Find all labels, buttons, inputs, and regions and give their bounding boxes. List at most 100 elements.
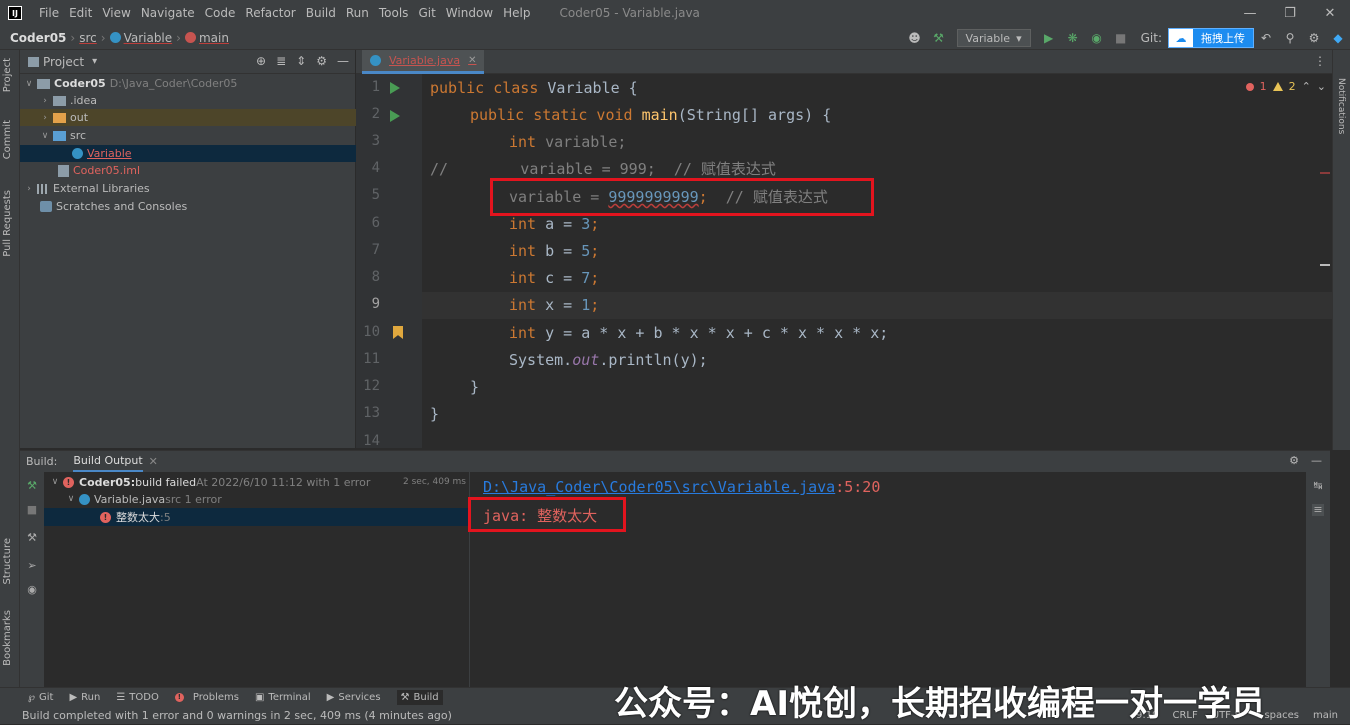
chevron-up-icon[interactable]: ⌃ [1302, 80, 1311, 93]
tool-tab-services[interactable]: ▶ Services [327, 692, 381, 703]
menu-build[interactable]: Build [301, 0, 341, 26]
side-tab-notifications[interactable]: Notifications [1336, 78, 1346, 134]
run-icon[interactable]: ▶ [1039, 28, 1059, 48]
tree-item-external-libraries[interactable]: › External Libraries [20, 180, 356, 197]
build-hammer-icon[interactable]: ⚒ [929, 28, 949, 48]
menu-file[interactable]: File [34, 0, 64, 26]
side-tab-project[interactable]: Project [2, 58, 13, 92]
breadcrumb-method[interactable]: main [199, 31, 229, 45]
upload-label: 拖拽上传 [1201, 32, 1245, 45]
tool-tab-run[interactable]: ▶ Run [69, 692, 100, 703]
scrollbar-thumb[interactable] [1320, 264, 1330, 266]
chevron-down-icon[interactable]: ∨ [40, 131, 50, 141]
menu-git[interactable]: Git [413, 0, 440, 26]
tree-item-variable[interactable]: Variable [20, 145, 356, 162]
tool-tab-problems[interactable]: ! Problems [174, 692, 239, 703]
menu-run[interactable]: Run [341, 0, 374, 26]
output-file-link[interactable]: D:\Java_Coder\Coder05\src\Variable.java [483, 478, 835, 496]
pin-icon[interactable]: ➢ [26, 560, 38, 572]
tree-item-coder05[interactable]: ∨ Coder05 D:\Java_Coder\Coder05 [20, 75, 356, 92]
build-hammer-icon[interactable]: ⚒ [26, 480, 38, 492]
chevron-right-icon[interactable]: › [24, 184, 34, 194]
soft-wrap-icon[interactable]: ↹ [1312, 480, 1324, 492]
project-panel-title[interactable]: Project [43, 55, 84, 69]
user-icon[interactable]: ☻ [905, 28, 925, 48]
chevron-down-icon[interactable]: ∨ [24, 79, 34, 89]
tree-item-iml[interactable]: Coder05.iml [20, 162, 356, 179]
chevron-down-icon[interactable]: ▾ [92, 56, 97, 67]
class-icon [79, 493, 90, 505]
stop-icon[interactable]: ■ [1111, 28, 1131, 48]
status-message[interactable]: Build completed with 1 error and 0 warni… [22, 709, 452, 722]
tree-item-label: Coder05.iml [73, 164, 141, 177]
tree-item-src[interactable]: ∨ src [20, 127, 356, 144]
build-output-console[interactable]: D:\Java_Coder\Coder05\src\Variable.java:… [468, 472, 1306, 687]
minimize-icon[interactable]: — [1230, 0, 1270, 26]
coverage-icon[interactable]: ◉ [1087, 28, 1107, 48]
error-stripe-mark[interactable] [1320, 172, 1330, 174]
menu-tools[interactable]: Tools [374, 0, 414, 26]
gear-icon[interactable]: ⚙ [1304, 28, 1324, 48]
build-output-tab[interactable]: Build Output [73, 451, 143, 472]
chevron-right-icon[interactable]: › [40, 96, 50, 106]
menu-code[interactable]: Code [200, 0, 241, 26]
expand-all-icon[interactable]: ⇕ [296, 54, 306, 68]
tool-tab-todo[interactable]: ☰ TODO [116, 692, 159, 703]
eye-icon[interactable]: ◉ [26, 584, 38, 596]
gear-icon[interactable]: ⚙ [1289, 454, 1299, 467]
chevron-down-icon[interactable]: ⌄ [1317, 80, 1326, 93]
close-icon[interactable]: ✕ [1310, 0, 1350, 26]
menu-refactor[interactable]: Refactor [240, 0, 300, 26]
gear-icon[interactable]: ⚙ [316, 54, 327, 68]
chevron-right-icon[interactable]: › [40, 113, 50, 123]
tree-item-scratches[interactable]: Scratches and Consoles [20, 198, 356, 215]
git-branch[interactable]: main [1313, 710, 1338, 721]
menu-navigate[interactable]: Navigate [136, 0, 200, 26]
run-gutter-icon[interactable] [390, 82, 400, 94]
menu-edit[interactable]: Edit [64, 0, 97, 26]
restore-icon[interactable]: ❐ [1270, 0, 1310, 26]
tree-item-idea[interactable]: › .idea [20, 92, 356, 109]
menu-window[interactable]: Window [441, 0, 498, 26]
tree-item-out[interactable]: › out [20, 109, 356, 126]
menu-view[interactable]: View [97, 0, 135, 26]
stop-icon[interactable]: ■ [26, 504, 38, 516]
hide-icon[interactable]: — [1311, 454, 1322, 467]
tool-tab-terminal[interactable]: ▣ Terminal [255, 692, 311, 703]
side-tab-structure[interactable]: Structure [2, 538, 13, 585]
run-configuration-select[interactable]: Variable ▾ [956, 29, 1031, 47]
breadcrumb-project[interactable]: Coder05 [10, 31, 66, 45]
upload-button[interactable]: ☁ 拖拽上传 [1168, 28, 1254, 48]
code-editor[interactable]: 1 2 3 4 5 6 7 8 9 10 11 12 13 14 public … [356, 74, 1332, 448]
run-gutter-icon[interactable] [390, 110, 400, 122]
inspection-indicator[interactable]: 1 2 ⌃ ⌄ [1245, 80, 1326, 93]
collapse-all-icon[interactable]: ≣ [276, 54, 286, 68]
tool-tab-git[interactable]: ℘ Git [28, 692, 53, 703]
chevron-down-icon[interactable]: ∨ [66, 494, 76, 504]
editor-tab-variable[interactable]: Variable.java ✕ [362, 50, 485, 74]
breadcrumb-src[interactable]: src [79, 31, 97, 45]
build-tree-file[interactable]: ∨ Variable.java src 1 error [44, 490, 470, 508]
close-tab-icon[interactable]: ✕ [468, 55, 476, 66]
side-tab-commit[interactable]: Commit [2, 120, 13, 159]
more-tabs-icon[interactable]: ⋮ [1314, 54, 1326, 68]
side-tab-bookmarks[interactable]: Bookmarks [2, 610, 13, 666]
hide-icon[interactable]: — [337, 54, 349, 68]
tool-tab-build[interactable]: ⚒ Build [396, 690, 443, 705]
build-tree-error[interactable]: ! 整数太大 :5 [44, 508, 470, 526]
intellij-logo-icon[interactable]: IJ [8, 6, 22, 20]
debug-icon[interactable]: ❋ [1063, 28, 1083, 48]
side-tab-pull-requests[interactable]: Pull Requests [2, 190, 13, 257]
undo-icon[interactable]: ↶ [1256, 28, 1276, 48]
search-icon[interactable]: ⚲ [1280, 28, 1300, 48]
wrench-icon[interactable]: ⚒ [26, 532, 38, 544]
plugin-icon[interactable]: ◆ [1328, 28, 1348, 48]
filter-icon[interactable]: ≡ [1312, 504, 1324, 516]
close-tab-icon[interactable]: ✕ [149, 455, 158, 468]
build-tree-root[interactable]: ∨ ! Coder05: build failed At 2022/6/10 1… [44, 473, 470, 491]
chevron-down-icon[interactable]: ∨ [50, 477, 60, 487]
breadcrumb-class[interactable]: Variable [124, 31, 173, 45]
menu-help[interactable]: Help [498, 0, 535, 26]
bookmark-icon[interactable] [393, 326, 403, 339]
locate-icon[interactable]: ⊕ [256, 54, 266, 68]
